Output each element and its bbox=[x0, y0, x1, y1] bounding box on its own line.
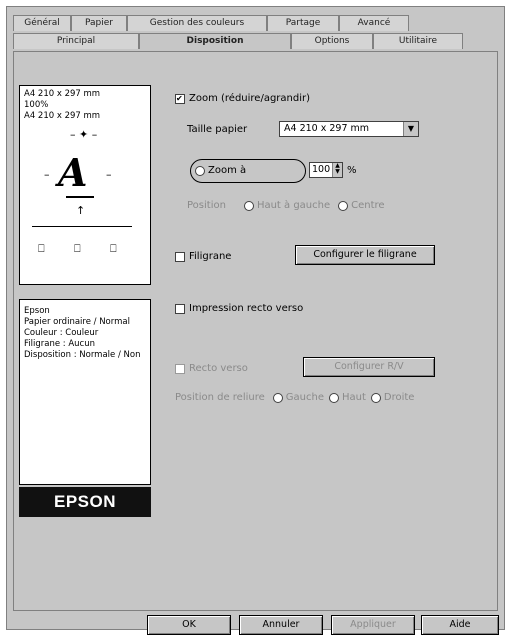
binding-position-label: Position de reliure bbox=[175, 392, 265, 403]
binding-top-label: Haut bbox=[341, 392, 366, 403]
summary-line: Filigrane : Aucun bbox=[24, 339, 95, 349]
preview-separator bbox=[32, 226, 132, 227]
configure-watermark-button[interactable]: Configurer le filigrane bbox=[295, 245, 435, 265]
tab-sharing[interactable]: Partage bbox=[267, 15, 339, 31]
summary-line: Papier ordinaire / Normal bbox=[24, 317, 130, 327]
settings-summary-box: Epson Papier ordinaire / Normal Couleur … bbox=[19, 299, 151, 485]
position-label: Position bbox=[187, 200, 226, 211]
top-arrow-mark: – ✦ – bbox=[70, 128, 98, 141]
orientation-icon-2: ⎕ bbox=[74, 242, 81, 255]
tab-row-bottom: Principal Disposition Options Utilitaire bbox=[13, 33, 463, 49]
preview-scale: 100% bbox=[24, 100, 49, 110]
tab-color-management[interactable]: Gestion des couleurs bbox=[127, 15, 267, 31]
preview-letter: A bbox=[58, 150, 88, 195]
printer-properties-dialog: Général Papier Gestion des couleurs Part… bbox=[6, 6, 505, 635]
recto-verso-checkbox[interactable] bbox=[175, 363, 185, 374]
ok-button[interactable]: OK bbox=[147, 615, 231, 635]
paper-size-label: Taille papier bbox=[187, 124, 248, 135]
orientation-icon-1: ⎕ bbox=[38, 242, 45, 255]
summary-line: Couleur : Couleur bbox=[24, 328, 99, 338]
position-center-label: Centre bbox=[351, 200, 385, 211]
duplex-print-row[interactable]: Impression recto verso bbox=[175, 303, 303, 314]
binding-top-radio[interactable] bbox=[328, 392, 339, 403]
paper-size-row: Taille papier bbox=[187, 124, 247, 135]
recto-verso-label: Recto verso bbox=[189, 363, 248, 374]
binding-right-label: Droite bbox=[383, 392, 415, 403]
left-tick-mark: – bbox=[44, 168, 50, 181]
zoom-percent-radio[interactable] bbox=[195, 165, 205, 176]
tab-row-top: Général Papier Gestion des couleurs Part… bbox=[13, 15, 409, 31]
position-row: Position Haut à gauche Centre bbox=[187, 200, 385, 211]
right-tick-mark: – bbox=[106, 168, 112, 181]
zoom-percent-label: Zoom à bbox=[208, 165, 247, 176]
chevron-down-icon[interactable]: ▼ bbox=[403, 122, 418, 136]
position-top-left-radio[interactable] bbox=[243, 200, 254, 211]
tab-layout[interactable]: Disposition bbox=[139, 33, 291, 49]
bottom-arrow-mark: ↑ bbox=[76, 204, 86, 217]
configure-duplex-button[interactable]: Configurer R/V bbox=[303, 357, 435, 377]
spinner-arrows-icon[interactable]: ▲ ▼ bbox=[332, 163, 342, 177]
percent-unit: % bbox=[347, 165, 357, 176]
binding-left-label: Gauche bbox=[285, 392, 324, 403]
binding-left-radio[interactable] bbox=[272, 392, 283, 403]
watermark-row[interactable]: Filigrane bbox=[175, 251, 231, 262]
epson-logo: EPSON bbox=[19, 487, 151, 517]
page-preview: A4 210 x 297 mm 100% A4 210 x 297 mm – ✦… bbox=[19, 85, 151, 285]
zoom-percent-spinner[interactable]: 100 ▲ ▼ bbox=[309, 162, 343, 178]
tab-paper[interactable]: Papier bbox=[71, 15, 127, 31]
summary-line: Epson bbox=[24, 306, 50, 316]
watermark-label: Filigrane bbox=[189, 251, 232, 262]
apply-button[interactable]: Appliquer bbox=[331, 615, 415, 635]
preview-output-size: A4 210 x 297 mm bbox=[24, 111, 101, 121]
watermark-checkbox[interactable] bbox=[175, 251, 185, 262]
zoom-percent-row[interactable]: Zoom à bbox=[195, 165, 246, 176]
zoom-percent-value: 100 bbox=[312, 164, 331, 175]
orientation-icon-3: ⎕ bbox=[110, 242, 117, 255]
preview-source-size: A4 210 x 297 mm bbox=[24, 89, 101, 99]
position-top-left-label: Haut à gauche bbox=[256, 200, 331, 211]
position-center-radio[interactable] bbox=[338, 200, 349, 211]
paper-size-dropdown[interactable]: A4 210 x 297 mm ▼ bbox=[279, 121, 419, 137]
tab-advanced[interactable]: Avancé bbox=[339, 15, 409, 31]
binding-right-radio[interactable] bbox=[370, 392, 381, 403]
tab-general[interactable]: Général bbox=[13, 15, 71, 31]
duplex-print-label: Impression recto verso bbox=[189, 303, 304, 314]
letter-underline bbox=[66, 196, 94, 198]
binding-position-row: Position de reliure Gauche Haut Droite bbox=[175, 392, 414, 403]
tab-utility[interactable]: Utilitaire bbox=[373, 33, 463, 49]
summary-line: Disposition : Normale / Non bbox=[24, 350, 141, 360]
tab-main[interactable]: Principal bbox=[13, 33, 139, 49]
zoom-option-checkbox[interactable] bbox=[175, 93, 185, 104]
zoom-option-row[interactable]: Zoom (réduire/agrandir) bbox=[175, 93, 310, 104]
help-button[interactable]: Aide bbox=[421, 615, 499, 635]
paper-size-value: A4 210 x 297 mm bbox=[284, 123, 370, 134]
duplex-print-checkbox[interactable] bbox=[175, 303, 185, 314]
tab-options[interactable]: Options bbox=[291, 33, 373, 49]
recto-verso-row[interactable]: Recto verso bbox=[175, 363, 248, 374]
zoom-option-label: Zoom (réduire/agrandir) bbox=[189, 93, 311, 104]
cancel-button[interactable]: Annuler bbox=[239, 615, 323, 635]
